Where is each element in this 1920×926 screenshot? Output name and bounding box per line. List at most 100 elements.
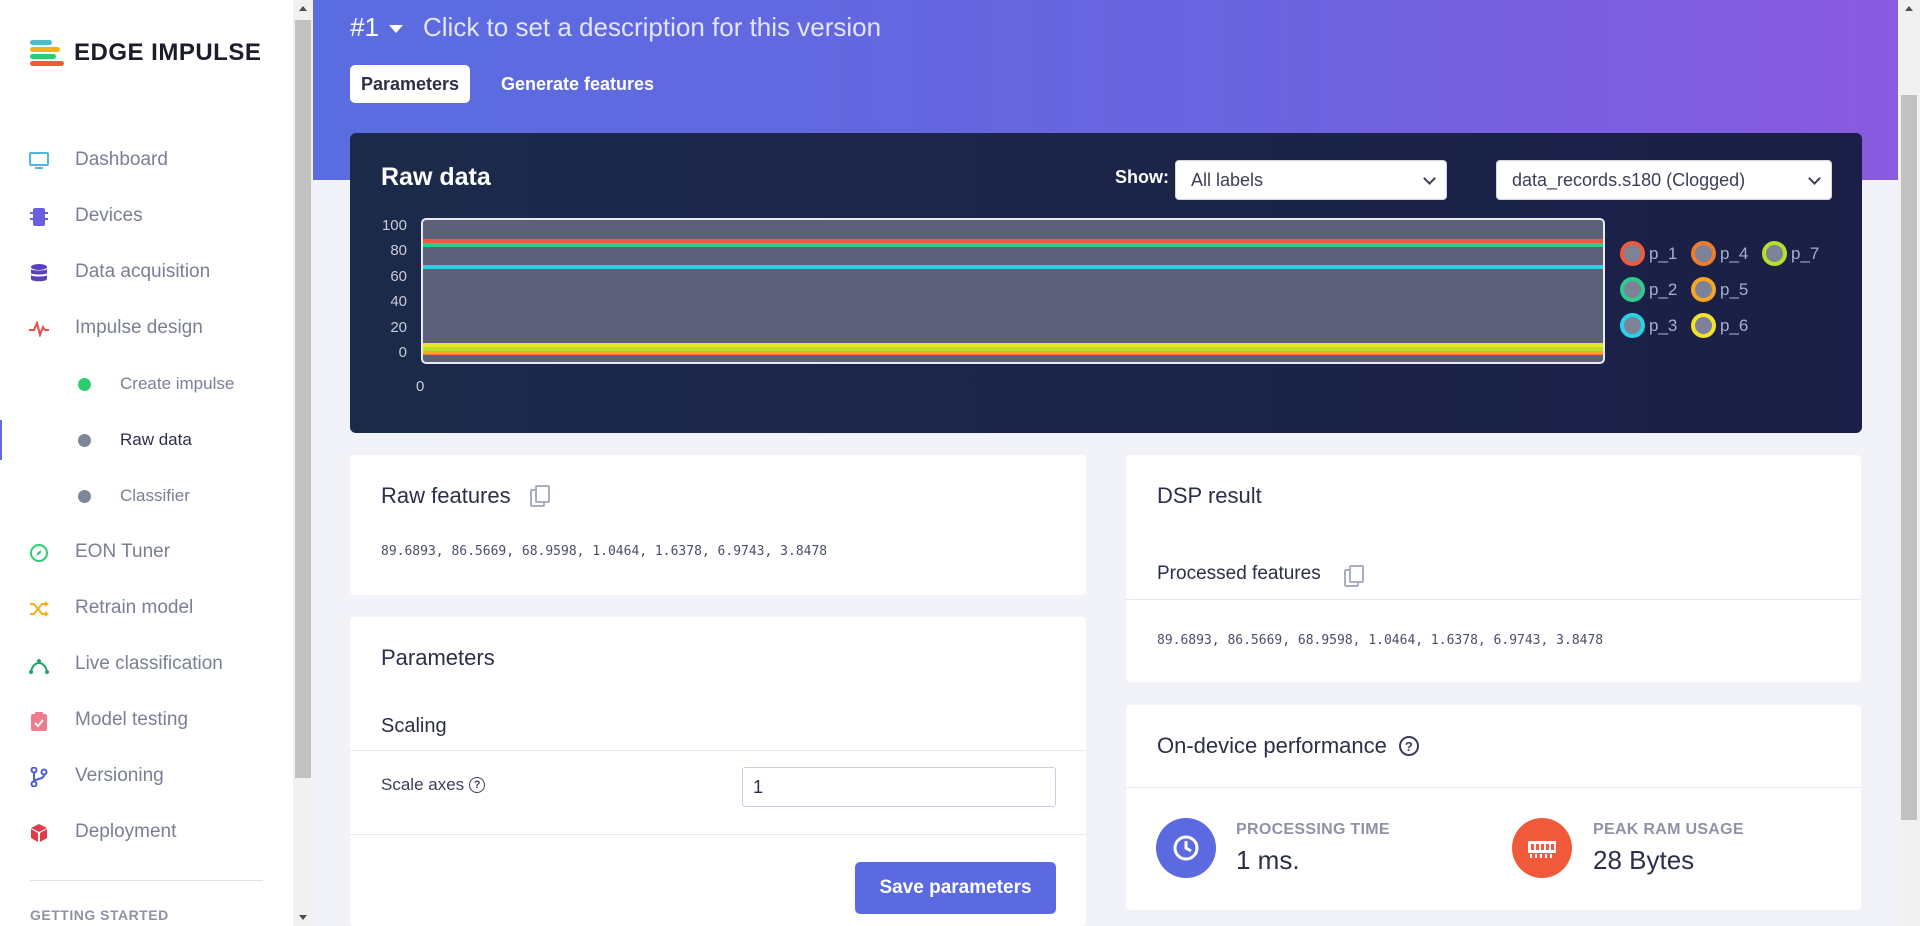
processing-time-value: 1 ms. bbox=[1236, 845, 1300, 875]
parameters-title: Parameters bbox=[381, 645, 495, 670]
help-icon[interactable]: ? bbox=[1398, 736, 1419, 756]
legend-item[interactable]: p_4 bbox=[1691, 241, 1748, 266]
scrollbar-thumb[interactable] bbox=[1901, 95, 1917, 820]
y-tick-label: 20 bbox=[390, 319, 407, 336]
legend-swatch bbox=[1620, 277, 1645, 302]
y-tick-label: 80 bbox=[390, 242, 407, 259]
scroll-up-arrow-icon[interactable] bbox=[1905, 6, 1913, 11]
clock-icon bbox=[1173, 835, 1199, 861]
y-tick-label: 60 bbox=[390, 268, 407, 285]
help-icon[interactable]: ? bbox=[469, 777, 486, 793]
legend-label: p_1 bbox=[1649, 243, 1678, 263]
database-icon bbox=[29, 263, 49, 283]
divider bbox=[350, 750, 1086, 751]
sidebar-item-label: Deployment bbox=[75, 821, 177, 842]
series-line-p_7 bbox=[423, 347, 1603, 352]
legend-item[interactable]: p_5 bbox=[1691, 277, 1748, 302]
divider bbox=[1126, 787, 1861, 788]
scroll-up-arrow-icon[interactable] bbox=[299, 6, 307, 11]
legend-swatch bbox=[1691, 277, 1716, 302]
caret-down-icon bbox=[388, 24, 403, 33]
performance-header: On-device performance ? bbox=[1157, 733, 1419, 759]
scroll-down-arrow-icon[interactable] bbox=[299, 915, 307, 920]
sidebar-item-label: Live classification bbox=[75, 653, 223, 674]
sidebar-subitem-classifier[interactable]: Classifier bbox=[0, 468, 293, 524]
sidebar-item-label: Create impulse bbox=[120, 374, 235, 393]
sample-value: data_records.s180 (Clogged) bbox=[1512, 170, 1746, 190]
sidebar-scrollbar[interactable] bbox=[293, 0, 313, 926]
chip-icon bbox=[29, 207, 49, 227]
sidebar-item-retrain-model[interactable]: Retrain model bbox=[0, 580, 293, 636]
sidebar-item-label: Model testing bbox=[75, 709, 189, 730]
sidebar-item-label: Classifier bbox=[120, 486, 190, 505]
divider bbox=[350, 834, 1086, 835]
raw-features-card: Raw features 89.6893, 86.5669, 68.9598, … bbox=[350, 455, 1086, 595]
tab-parameters[interactable]: Parameters bbox=[350, 65, 471, 103]
processed-features-title: Processed features bbox=[1157, 563, 1321, 584]
edge-impulse-logo-icon bbox=[30, 38, 66, 68]
series-line-p_2 bbox=[423, 242, 1603, 247]
legend-label: p_6 bbox=[1720, 315, 1749, 335]
sidebar-nav: Dashboard Devices Data acquisition Impul… bbox=[0, 132, 293, 860]
x-tick-label: 0 bbox=[416, 378, 425, 395]
y-tick-label: 100 bbox=[381, 217, 407, 234]
copy-icon[interactable] bbox=[1344, 565, 1364, 587]
sidebar-subitem-create-impulse[interactable]: Create impulse bbox=[0, 356, 293, 412]
legend-swatch bbox=[1620, 241, 1645, 266]
processed-features-values: 89.6893, 86.5669, 68.9598, 1.0464, 1.637… bbox=[1157, 633, 1604, 648]
show-label: Show: bbox=[1115, 167, 1169, 187]
sidebar-item-label: Dashboard bbox=[75, 149, 168, 170]
save-parameters-button[interactable]: Save parameters bbox=[855, 862, 1056, 914]
tab-generate-features[interactable]: Generate features bbox=[490, 65, 665, 103]
logo[interactable]: EDGE IMPULSE bbox=[30, 38, 261, 68]
legend-label: p_2 bbox=[1649, 279, 1678, 299]
scale-axes-label: Scale axes ? bbox=[381, 775, 486, 795]
raw-features-values: 89.6893, 86.5669, 68.9598, 1.0464, 1.637… bbox=[381, 544, 828, 559]
sidebar-item-live-classification[interactable]: Live classification bbox=[0, 636, 293, 692]
raw-data-panel: Raw data Show: All labels data_records.s… bbox=[350, 133, 1862, 433]
sample-select[interactable]: data_records.s180 (Clogged) bbox=[1496, 160, 1832, 200]
version-selector[interactable]: #1 bbox=[350, 12, 403, 43]
legend-label: p_7 bbox=[1791, 243, 1820, 263]
legend-item[interactable]: p_2 bbox=[1620, 277, 1677, 302]
section-heading: GETTING STARTED bbox=[30, 907, 169, 923]
legend-item[interactable]: p_1 bbox=[1620, 241, 1677, 266]
cube-icon bbox=[29, 823, 49, 843]
version-number: #1 bbox=[350, 12, 379, 42]
status-dot-icon bbox=[78, 490, 91, 503]
performance-card: On-device performance ? PROCESSING TIME … bbox=[1126, 705, 1861, 910]
memory-icon bbox=[1528, 841, 1556, 858]
monitor-icon bbox=[29, 151, 49, 171]
pulse-icon bbox=[29, 319, 49, 339]
sidebar-subitem-raw-data[interactable]: Raw data bbox=[0, 412, 293, 468]
raw-data-plot[interactable] bbox=[421, 218, 1605, 364]
sidebar-item-data-acquisition[interactable]: Data acquisition bbox=[0, 244, 293, 300]
scale-axes-input[interactable]: 1 bbox=[742, 767, 1056, 807]
sidebar-item-deployment[interactable]: Deployment bbox=[0, 804, 293, 860]
curve-icon bbox=[29, 655, 49, 675]
parameters-card: Parameters Scaling Scale axes ? 1 Save p… bbox=[350, 617, 1086, 926]
sidebar-item-impulse-design[interactable]: Impulse design bbox=[0, 300, 293, 356]
legend-item[interactable]: p_3 bbox=[1620, 313, 1677, 338]
processing-time-label: PROCESSING TIME bbox=[1236, 821, 1390, 838]
status-dot-icon bbox=[78, 378, 91, 391]
copy-icon[interactable] bbox=[530, 485, 550, 507]
sidebar-item-model-testing[interactable]: Model testing bbox=[0, 692, 293, 748]
sidebar-item-dashboard[interactable]: Dashboard bbox=[0, 132, 293, 188]
divider bbox=[30, 880, 263, 881]
sidebar-item-devices[interactable]: Devices bbox=[0, 188, 293, 244]
compass-icon bbox=[29, 543, 49, 563]
sidebar-item-label: Devices bbox=[75, 205, 143, 226]
scrollbar-thumb[interactable] bbox=[295, 20, 311, 778]
legend-item[interactable]: p_7 bbox=[1762, 241, 1819, 266]
version-description[interactable]: Click to set a description for this vers… bbox=[423, 12, 881, 43]
label-filter-value: All labels bbox=[1191, 170, 1264, 190]
peak-ram-label: PEAK RAM USAGE bbox=[1593, 821, 1744, 838]
legend-item[interactable]: p_6 bbox=[1691, 313, 1748, 338]
sidebar-item-label: Data acquisition bbox=[75, 261, 211, 282]
dsp-result-card: DSP result Processed features 89.6893, 8… bbox=[1126, 455, 1861, 682]
sidebar-item-versioning[interactable]: Versioning bbox=[0, 748, 293, 804]
label-filter-select[interactable]: All labels bbox=[1175, 160, 1447, 200]
sidebar-item-eon-tuner[interactable]: EON Tuner bbox=[0, 524, 293, 580]
page-scrollbar[interactable] bbox=[1898, 0, 1920, 926]
